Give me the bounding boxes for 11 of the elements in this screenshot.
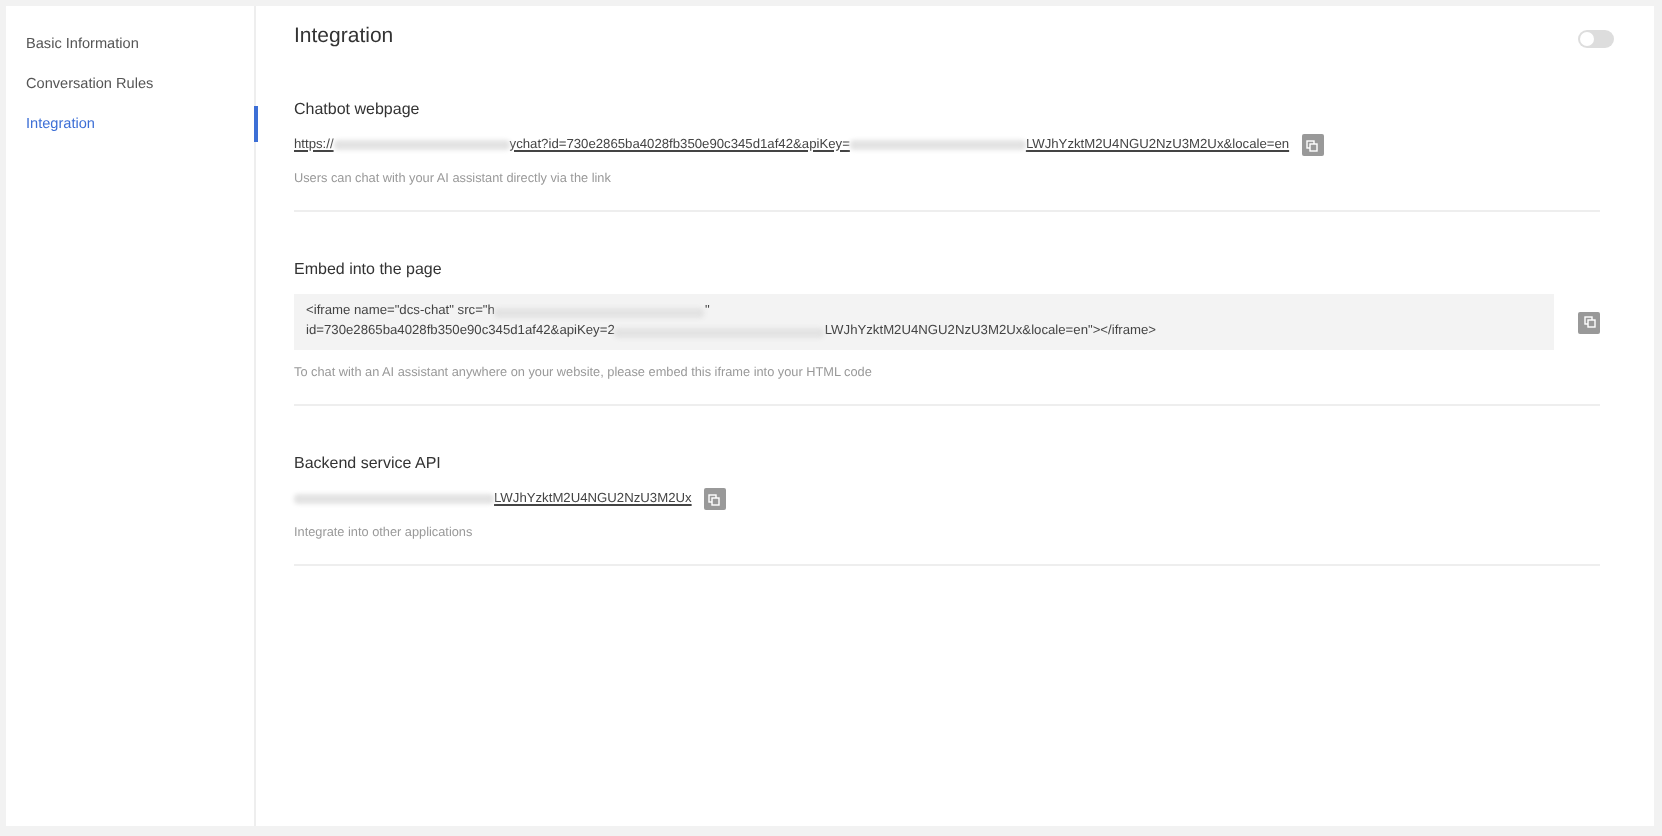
copy-icon — [1306, 139, 1319, 151]
page-title: Integration — [294, 23, 394, 47]
copy-icon — [1583, 316, 1596, 328]
copy-icon — [708, 493, 721, 505]
copy-button[interactable] — [703, 488, 726, 510]
toggle-switch[interactable] — [1578, 30, 1614, 48]
section-title: Embed into the page — [294, 260, 444, 278]
section-title: Backend service API — [294, 454, 443, 472]
copy-button[interactable] — [1578, 311, 1600, 333]
section-title: Chatbot webpage — [294, 100, 422, 118]
copy-button[interactable] — [1301, 134, 1324, 156]
